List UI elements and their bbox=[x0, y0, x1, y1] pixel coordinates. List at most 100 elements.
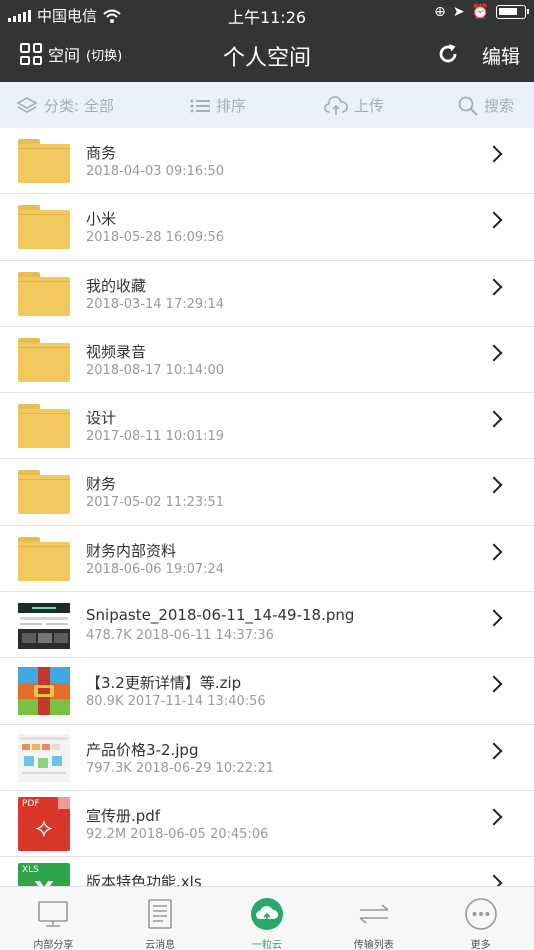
file-meta: 2017-08-11 10:01:19 bbox=[86, 429, 225, 445]
file-list: 商务 2018-04-03 09:16:50 小米 2018-05-28 16:… bbox=[0, 128, 534, 886]
chevron-right-icon bbox=[485, 808, 503, 826]
tab-cloud-messages[interactable]: 云消息 bbox=[107, 887, 214, 950]
file-meta: 797.3K 2018-06-29 10:22:21 bbox=[86, 760, 274, 776]
folder-icon bbox=[18, 139, 70, 183]
list-icon bbox=[190, 99, 210, 112]
category-filter-label: 分类: 全部 bbox=[44, 97, 114, 115]
xls-badge: XLS bbox=[22, 865, 39, 876]
location-icon: ➤ bbox=[452, 4, 465, 20]
space-switch-label: 空间 bbox=[48, 46, 81, 65]
tab-bar: 内部分享 云消息 一粒云 传输列表 更多 bbox=[0, 886, 534, 950]
image-thumbnail bbox=[18, 601, 70, 650]
file-meta: 2018-05-28 16:09:56 bbox=[86, 230, 225, 246]
tab-internal-share[interactable]: 内部分享 bbox=[0, 887, 107, 950]
tab-label: 内部分享 bbox=[33, 940, 74, 950]
chevron-right-icon bbox=[485, 874, 503, 886]
folder-icon bbox=[18, 271, 70, 316]
file-name: 财务 bbox=[86, 475, 117, 494]
category-filter-button[interactable]: 分类: 全部 bbox=[16, 95, 114, 116]
folder-icon bbox=[18, 337, 70, 382]
list-item[interactable]: 我的收藏 2018-03-14 17:29:14 bbox=[0, 261, 534, 327]
chevron-right-icon bbox=[485, 609, 503, 627]
rotation-lock-icon: ⊕ bbox=[434, 4, 446, 20]
tab-label: 更多 bbox=[470, 940, 491, 950]
tab-more[interactable]: 更多 bbox=[427, 887, 534, 950]
image-thumbnail bbox=[18, 733, 70, 782]
search-label: 搜索 bbox=[484, 97, 515, 115]
monitor-icon bbox=[38, 901, 69, 927]
list-item[interactable]: 设计 2017-08-11 10:01:19 bbox=[0, 393, 534, 460]
file-meta: 478.7K 2018-06-11 14:37:36 bbox=[86, 628, 274, 644]
tab-transfer-list[interactable]: 传输列表 bbox=[320, 887, 427, 950]
list-item[interactable]: 小米 2018-05-28 16:09:56 bbox=[0, 194, 534, 261]
upload-button[interactable]: 上传 bbox=[324, 95, 384, 116]
status-bar: 中国电信 上午11:26 ⊕ ➤ ⏰ bbox=[0, 0, 534, 28]
list-item[interactable]: 产品价格3-2.jpg 797.3K 2018-06-29 10:22:21 bbox=[0, 725, 534, 791]
nav-bar: 空间 (切换) 个人空间 编辑 bbox=[0, 28, 534, 82]
chevron-right-icon bbox=[485, 543, 503, 561]
layers-icon bbox=[16, 96, 38, 113]
file-name: 产品价格3-2.jpg bbox=[86, 740, 199, 759]
excel-x-icon: X bbox=[18, 877, 70, 886]
alarm-icon: ⏰ bbox=[471, 4, 489, 20]
chevron-right-icon bbox=[485, 145, 503, 163]
chevron-right-icon bbox=[485, 476, 503, 494]
list-item[interactable]: 【3.2更新详情】等.zip 80.9K 2017-11-14 13:40:56 bbox=[0, 658, 534, 725]
tab-label: 云消息 bbox=[145, 940, 176, 950]
space-switch-button[interactable]: 空间 (切换) bbox=[20, 42, 122, 66]
cloud-upload-icon bbox=[324, 95, 348, 115]
screen: 中国电信 上午11:26 ⊕ ➤ ⏰ 空间 (切换) 个人空间 编辑 分类: 全… bbox=[0, 0, 534, 950]
file-name: 商务 bbox=[86, 144, 117, 162]
list-item[interactable]: 商务 2018-04-03 09:16:50 bbox=[0, 128, 534, 195]
folder-icon bbox=[18, 536, 70, 581]
search-button[interactable]: 搜索 bbox=[458, 95, 514, 116]
newspaper-icon bbox=[148, 899, 172, 929]
top-bar: 中国电信 上午11:26 ⊕ ➤ ⏰ 空间 (切换) 个人空间 编辑 bbox=[0, 0, 534, 82]
file-name: 【3.2更新详情】等.zip bbox=[86, 674, 242, 693]
toolbar: 分类: 全部 排序 上传 搜索 bbox=[0, 82, 534, 128]
file-name: 我的收藏 bbox=[86, 276, 147, 295]
edit-button[interactable]: 编辑 bbox=[482, 42, 520, 69]
list-item[interactable]: XLS X 版本特色功能.xls bbox=[0, 857, 534, 886]
sort-button[interactable]: 排序 bbox=[190, 95, 246, 116]
file-name: 视频录音 bbox=[86, 342, 147, 361]
chevron-right-icon bbox=[485, 742, 503, 760]
upload-label: 上传 bbox=[354, 97, 385, 115]
folder-icon bbox=[18, 470, 70, 515]
chevron-right-icon bbox=[485, 211, 503, 229]
chevron-right-icon bbox=[485, 344, 503, 362]
file-name: 设计 bbox=[86, 409, 117, 428]
chevron-right-icon bbox=[485, 278, 503, 296]
list-item[interactable]: 财务 2017-05-02 11:23:51 bbox=[0, 459, 534, 526]
tab-yiliyun[interactable]: 一粒云 bbox=[214, 887, 321, 950]
list-item[interactable]: 财务内部资料 2018-06-06 19:07:24 bbox=[0, 526, 534, 593]
space-switch-sub: (切换) bbox=[86, 48, 123, 64]
file-name: 版本特色功能.xls bbox=[86, 873, 202, 886]
file-meta: 2018-04-03 09:16:50 bbox=[86, 164, 225, 179]
refresh-icon[interactable] bbox=[436, 42, 460, 66]
zip-archive-icon bbox=[18, 667, 70, 716]
xls-file-icon: XLS X bbox=[18, 863, 70, 886]
pdf-file-icon: PDF ⟡ bbox=[18, 796, 70, 851]
file-name: Snipaste_2018-06-11_14-49-18.png bbox=[86, 606, 355, 625]
file-name: 财务内部资料 bbox=[86, 541, 177, 560]
tab-label: 传输列表 bbox=[353, 940, 394, 950]
file-name: 宣传册.pdf bbox=[86, 806, 161, 825]
search-icon bbox=[458, 96, 478, 116]
sort-label: 排序 bbox=[216, 97, 247, 115]
file-name: 小米 bbox=[86, 210, 117, 229]
file-meta: 2018-08-17 10:14:00 bbox=[86, 362, 225, 378]
list-item[interactable]: 视频录音 2018-08-17 10:14:00 bbox=[0, 327, 534, 394]
list-item[interactable]: Snipaste_2018-06-11_14-49-18.png 478.7K … bbox=[0, 592, 534, 659]
cloud-icon bbox=[250, 898, 283, 930]
file-meta: 92.2M 2018-06-05 20:45:06 bbox=[86, 826, 269, 842]
pdf-badge: PDF bbox=[22, 798, 40, 809]
chevron-right-icon bbox=[485, 675, 503, 693]
tab-label: 一粒云 bbox=[251, 940, 282, 950]
file-meta: 2018-03-14 17:29:14 bbox=[86, 296, 225, 312]
list-item[interactable]: PDF ⟡ 宣传册.pdf 92.2M 2018-06-05 20:45:06 bbox=[0, 791, 534, 858]
transfer-arrows-icon bbox=[359, 904, 389, 924]
folder-icon bbox=[18, 404, 70, 449]
file-meta: 2018-06-06 19:07:24 bbox=[86, 561, 225, 577]
acrobat-icon: ⟡ bbox=[35, 812, 53, 843]
